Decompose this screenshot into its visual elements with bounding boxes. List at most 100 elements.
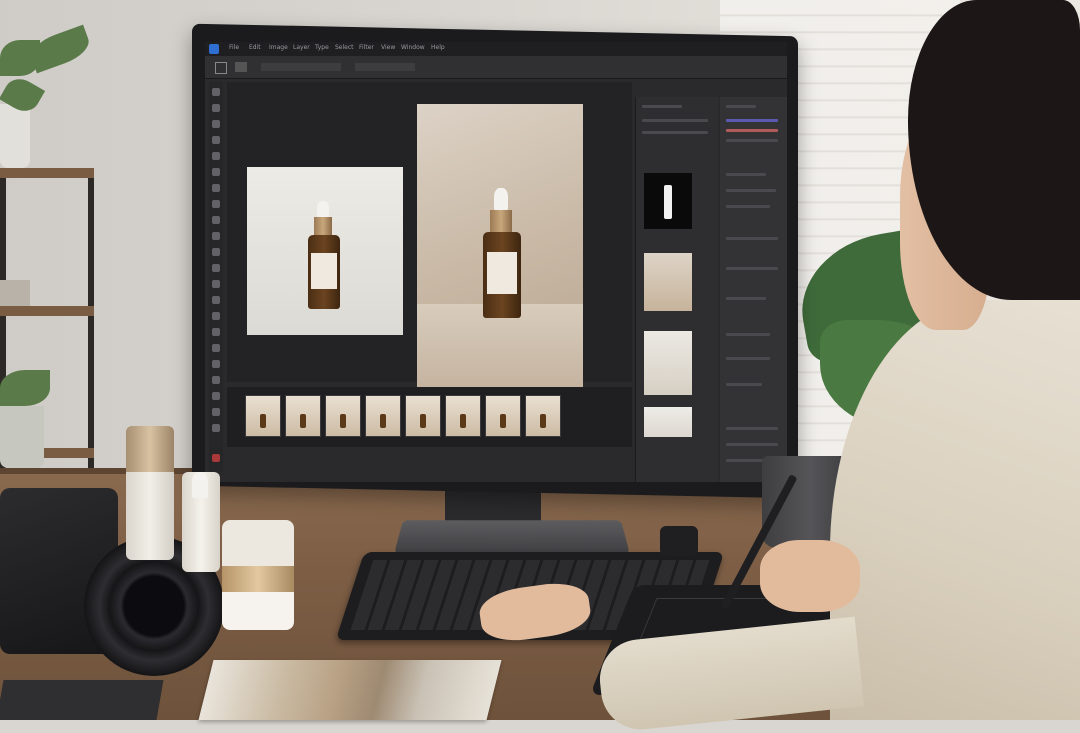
monitor-screen: File Edit Image Layer Type Select Filter…: [205, 42, 787, 482]
tool-icon[interactable]: [212, 120, 220, 128]
tool-icon[interactable]: [212, 200, 220, 208]
tool-icon[interactable]: [212, 168, 220, 176]
layer-thumb[interactable]: [644, 253, 692, 311]
tool-icon[interactable]: [212, 312, 220, 320]
panel-row[interactable]: [726, 237, 778, 240]
app-logo-icon: [209, 44, 219, 54]
monitor-stand-neck: [445, 488, 541, 524]
layer-thumb[interactable]: [644, 407, 692, 437]
plant-leaf: [0, 370, 50, 406]
tool-icon[interactable]: [212, 184, 220, 192]
document-canvas[interactable]: [227, 82, 632, 392]
filmstrip-thumb[interactable]: [245, 395, 281, 437]
cream-jar-band: [222, 566, 294, 592]
home-icon[interactable]: [215, 62, 227, 74]
tool-icon[interactable]: [212, 344, 220, 352]
menu-image[interactable]: Image: [269, 44, 288, 51]
panel-control[interactable]: [642, 131, 708, 134]
shelf-post-right: [88, 168, 94, 468]
color-slider[interactable]: [726, 139, 778, 142]
dropper-collar: [314, 217, 332, 235]
panel-row[interactable]: [726, 427, 778, 430]
tool-icon[interactable]: [212, 264, 220, 272]
filmstrip-thumb[interactable]: [365, 395, 401, 437]
panel-control[interactable]: [642, 119, 708, 122]
tool-icon[interactable]: [212, 216, 220, 224]
menu-select[interactable]: Select: [335, 44, 354, 51]
serum-bottle-cap: [126, 426, 174, 472]
panel-row[interactable]: [726, 357, 770, 360]
tool-icon[interactable]: [212, 296, 220, 304]
bottle-label: [311, 253, 337, 289]
tool-icon[interactable]: [212, 376, 220, 384]
layer-mask-thumb[interactable]: [644, 173, 692, 229]
menu-view[interactable]: View: [381, 44, 395, 51]
product-photo-left[interactable]: [247, 167, 403, 335]
panel-row[interactable]: [726, 383, 762, 386]
panel-header: [726, 105, 756, 108]
tablet-puck: [660, 526, 698, 556]
options-field[interactable]: [261, 63, 341, 71]
color-swatch-book: [198, 660, 502, 720]
menu-window[interactable]: Window: [401, 44, 425, 51]
plant-pot-top: [0, 104, 30, 168]
filmstrip-thumb[interactable]: [285, 395, 321, 437]
tool-icon[interactable]: [212, 360, 220, 368]
filmstrip-thumb[interactable]: [445, 395, 481, 437]
panel-row[interactable]: [726, 189, 776, 192]
menu-filter[interactable]: Filter: [359, 44, 374, 51]
tool-icon[interactable]: [212, 152, 220, 160]
dropper-collar: [490, 210, 512, 232]
tool-icon[interactable]: [212, 408, 220, 416]
tool-icon[interactable]: [212, 280, 220, 288]
panel-row[interactable]: [726, 205, 770, 208]
shelf-board-middle: [0, 306, 94, 316]
move-tool-icon[interactable]: [235, 62, 247, 72]
person-hand-right: [760, 540, 860, 612]
tool-icon[interactable]: [212, 328, 220, 336]
panel-row[interactable]: [726, 297, 766, 300]
filmstrip-thumb[interactable]: [525, 395, 561, 437]
properties-panel: [720, 97, 787, 482]
mask-shape: [664, 185, 672, 219]
dropper-bulb: [494, 188, 508, 210]
shelf-board-top: [0, 168, 94, 178]
tool-icon[interactable]: [212, 424, 220, 432]
filmstrip-thumb[interactable]: [325, 395, 361, 437]
filmstrip-thumb[interactable]: [485, 395, 521, 437]
dropper-bulb: [192, 472, 208, 498]
tool-icon[interactable]: [212, 104, 220, 112]
plant-pot-bottom: [0, 406, 44, 468]
menu-layer[interactable]: Layer: [293, 44, 310, 51]
options-field[interactable]: [355, 63, 415, 71]
product-photo-main[interactable]: [417, 104, 583, 392]
tool-icon[interactable]: [212, 232, 220, 240]
color-slider[interactable]: [726, 129, 778, 132]
layer-thumb[interactable]: [644, 331, 692, 395]
menu-edit[interactable]: Edit: [249, 44, 261, 51]
tool-icon[interactable]: [212, 88, 220, 96]
panel-row[interactable]: [726, 173, 766, 176]
filmstrip-thumb[interactable]: [405, 395, 441, 437]
panel-row[interactable]: [726, 267, 778, 270]
panel-header: [642, 105, 682, 108]
menu-type[interactable]: Type: [315, 44, 329, 51]
dropper-bulb: [317, 201, 329, 217]
options-bar: [205, 56, 787, 79]
tool-icon[interactable]: [212, 392, 220, 400]
panel-row[interactable]: [726, 333, 770, 336]
foreground-color-icon[interactable]: [212, 454, 220, 462]
tool-icon[interactable]: [212, 248, 220, 256]
panel-row[interactable]: [726, 443, 778, 446]
notebook: [0, 680, 164, 720]
filmstrip-panel: [227, 387, 632, 447]
tools-panel: [209, 82, 223, 472]
color-slider[interactable]: [726, 119, 778, 122]
bottle-label: [487, 252, 517, 294]
layers-panel: [635, 97, 718, 482]
books: [0, 280, 30, 306]
menu-help[interactable]: Help: [431, 44, 445, 51]
tool-icon[interactable]: [212, 136, 220, 144]
menu-file[interactable]: File: [229, 44, 239, 51]
app-menubar: File Edit Image Layer Type Select Filter…: [205, 42, 787, 56]
